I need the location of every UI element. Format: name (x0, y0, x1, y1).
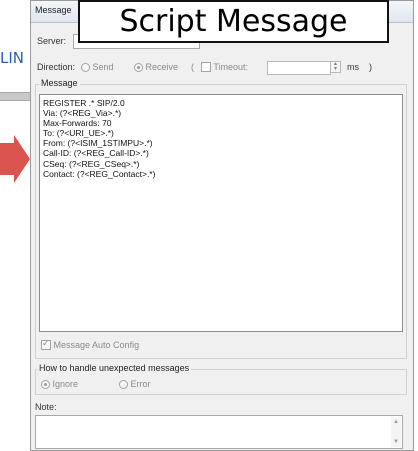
message-line: From: (?<ISIM_1STIMPU>.*) (43, 138, 153, 149)
direction-label: Direction: (37, 62, 76, 72)
auto-config-checkbox[interactable] (41, 338, 51, 350)
timeout-checkbox[interactable] (201, 62, 211, 72)
message-line: To: (?<URI_UE>.*) (43, 128, 114, 139)
dialog-title: Message (35, 5, 72, 15)
message-textarea[interactable]: REGISTER .* SIP/2.0 Via: (?<REG_Via>.*) … (39, 94, 403, 332)
unexpected-group-label: How to handle unexpected messages (37, 363, 192, 373)
message-group-label: Message (39, 78, 80, 88)
auto-config-label: Message Auto Config (53, 340, 140, 350)
message-line: CSeq: (?<REG_CSeq>.*) (43, 158, 140, 169)
background-partial-text: LIN (0, 49, 25, 67)
message-line: Via: (?<REG_Via>.*) (43, 108, 122, 119)
receive-radio[interactable] (134, 63, 143, 72)
direction-send-option[interactable]: Send (81, 62, 114, 72)
error-label: Error (130, 379, 151, 389)
timeout-spinner[interactable]: ▲ ▼ (330, 61, 341, 73)
callout-arrow-icon (0, 135, 30, 183)
error-option[interactable]: Error (119, 379, 151, 389)
open-paren: ( (191, 62, 194, 72)
error-radio[interactable] (119, 380, 128, 389)
message-auto-config-option[interactable]: Message Auto Config (41, 338, 140, 350)
scroll-up-icon[interactable]: ▲ (393, 419, 399, 425)
spin-down-icon[interactable]: ▼ (333, 67, 338, 72)
send-label: Send (92, 62, 114, 72)
note-textarea[interactable]: ▲ ▼ (35, 415, 403, 449)
receive-label: Receive (145, 62, 179, 72)
background-bar (0, 92, 34, 101)
close-paren: ) (369, 62, 372, 72)
send-radio[interactable] (81, 63, 90, 72)
callout-label: Script Message (78, 0, 389, 43)
ignore-label: Ignore (52, 379, 79, 389)
timeout-option[interactable]: Timeout: (201, 62, 248, 72)
direction-receive-option[interactable]: Receive (134, 62, 178, 72)
message-line: REGISTER .* SIP/2.0 (43, 98, 125, 108)
server-label: Server: (37, 36, 67, 46)
note-scrollbar[interactable]: ▲ ▼ (391, 417, 401, 447)
ignore-option[interactable]: Ignore (41, 379, 78, 389)
ignore-radio[interactable] (41, 380, 50, 389)
script-message-dialog: Message Server: Direction: Send Receive … (30, 0, 414, 451)
message-line: Max-Forwards: 70 (43, 118, 112, 129)
note-label: Note: (35, 402, 57, 412)
timeout-input[interactable] (267, 61, 331, 75)
message-line: Call-ID: (?<REG_Call-ID>.*) (43, 148, 149, 159)
scroll-down-icon[interactable]: ▼ (393, 439, 399, 445)
timeout-label: Timeout: (213, 62, 249, 72)
timeout-unit: ms (347, 62, 359, 72)
message-line: Contact: (?<REG_Contact>.*) (43, 168, 156, 179)
